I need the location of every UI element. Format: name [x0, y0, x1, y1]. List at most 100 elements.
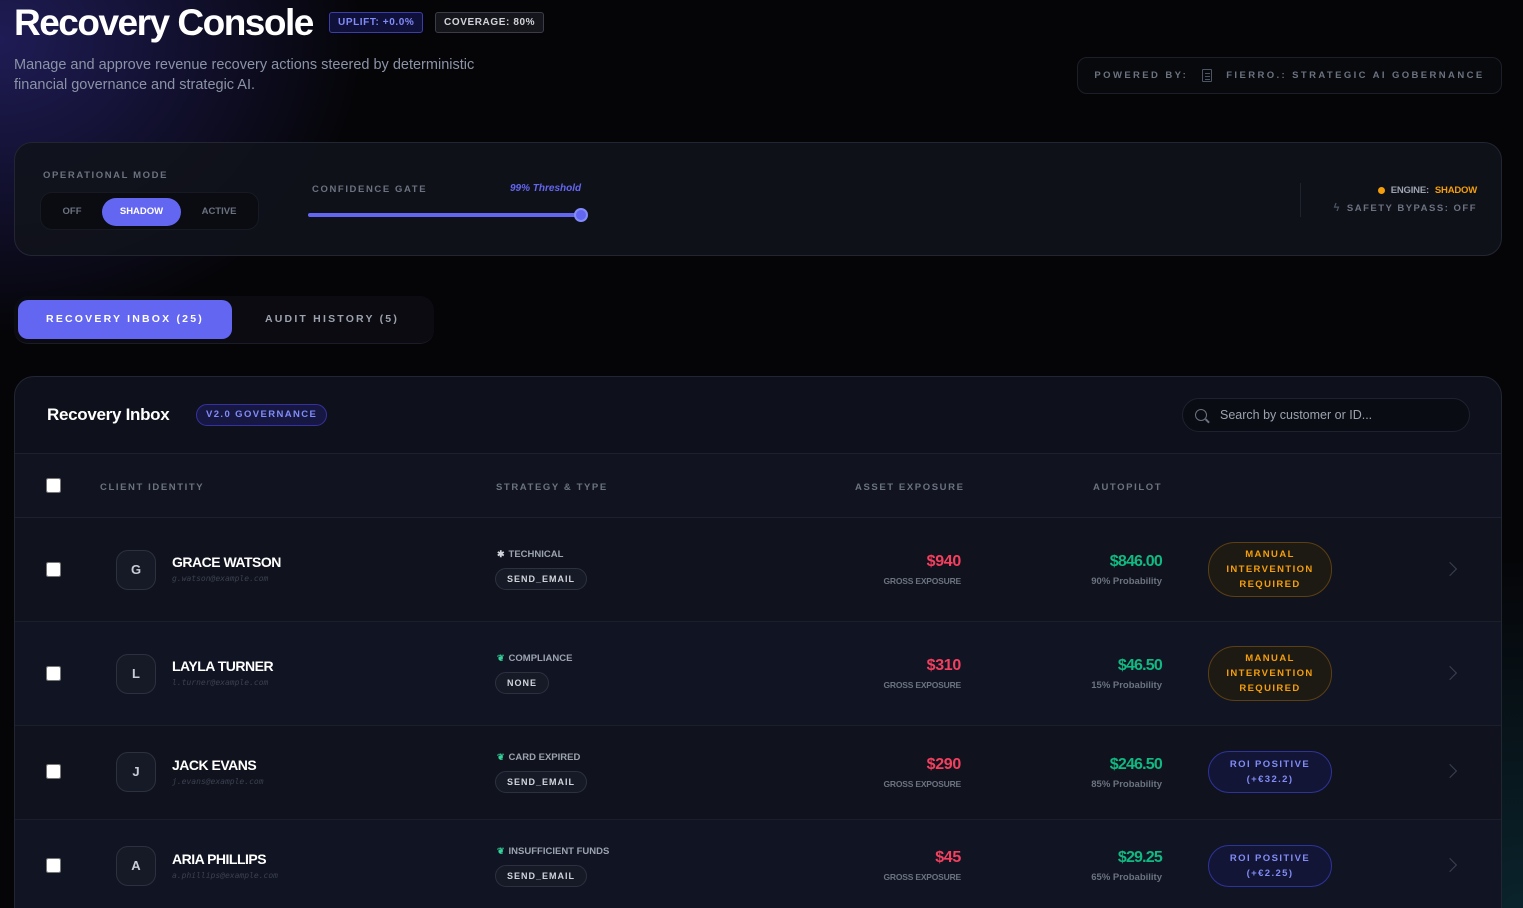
avatar: A	[116, 846, 156, 886]
column-header-asset-exposure: ASSET EXPOSURE	[855, 482, 965, 493]
strategy-type: ❦ CARD EXPIRED	[497, 752, 580, 763]
avatar: L	[116, 654, 156, 694]
status-label: ROI POSITIVE	[1229, 759, 1311, 770]
page-title: Recovery Console	[14, 2, 314, 43]
chevron-right-icon[interactable]	[1442, 763, 1458, 779]
exposure-amount: $940	[926, 553, 962, 570]
page-subtitle: Manage and approve revenue recovery acti…	[14, 57, 475, 93]
powered-by-label: POWERED BY:	[1094, 70, 1189, 81]
mode-segmented-control: OFF SHADOW ACTIVE	[40, 192, 259, 230]
engine-label: ENGINE:	[1390, 185, 1429, 196]
powered-by-banner: POWERED BY: FIERRO.: STRATEGIC AI GOBERN…	[1077, 57, 1502, 94]
engine-status: ENGINE: SHADOW	[1377, 185, 1477, 196]
confidence-slider-thumb[interactable]	[574, 208, 588, 222]
confidence-gate-label: CONFIDENCE GATE	[312, 184, 428, 195]
column-header-strategy-type: STRATEGY & TYPE	[496, 482, 608, 493]
threshold-value: 99% Threshold	[510, 183, 582, 194]
tab-recovery-inbox[interactable]: RECOVERY INBOX (25)	[18, 300, 232, 339]
select-all-checkbox[interactable]	[46, 478, 61, 493]
governance-badge: V2.0 GOVERNANCE	[196, 404, 328, 426]
autopilot-probability: 15% Probability	[1091, 680, 1162, 691]
strategy-type: ❦ COMPLIANCE	[497, 653, 572, 664]
table-row[interactable]: G GRACE WATSON g.watson@example.com ✱ TE…	[15, 518, 1501, 622]
status-badge[interactable]: ROI POSITIVE (+€2.25)	[1208, 845, 1332, 887]
leaf-icon: ❦	[497, 752, 505, 762]
engine-value: SHADOW	[1434, 185, 1477, 196]
exposure-label: GROSS EXPOSURE	[883, 576, 962, 586]
chevron-right-icon[interactable]	[1442, 857, 1458, 873]
tab-audit-history[interactable]: AUDIT HISTORY (5)	[232, 300, 432, 339]
search-icon	[1195, 409, 1207, 421]
strategy-type-label: INSUFFICIENT FUNDS	[508, 846, 610, 857]
powered-by-value: FIERRO.: STRATEGIC AI GOBERNANCE	[1226, 70, 1485, 81]
autopilot-probability: 65% Probability	[1091, 872, 1162, 883]
mode-shadow-button[interactable]: SHADOW	[102, 198, 181, 226]
autopilot-probability: 90% Probability	[1091, 576, 1162, 587]
row-checkbox[interactable]	[46, 562, 61, 577]
search-box	[1182, 398, 1470, 432]
leaf-icon: ❦	[497, 846, 505, 856]
search-input[interactable]	[1220, 408, 1450, 422]
row-checkbox[interactable]	[46, 858, 61, 873]
mode-off-button[interactable]: OFF	[53, 198, 91, 226]
client-email: l.turner@example.com	[172, 678, 269, 687]
engine-status-dot-icon	[1377, 187, 1385, 194]
exposure-amount: $290	[926, 756, 962, 773]
client-email: g.watson@example.com	[172, 574, 269, 583]
client-email: j.evans@example.com	[172, 777, 264, 786]
strategy-type: ✱ TECHNICAL	[497, 549, 563, 560]
column-header-autopilot: AUTOPILOT	[1093, 482, 1163, 493]
safety-bypass-status: ϟ SAFETY BYPASS: OFF	[1334, 202, 1477, 214]
autopilot-value: $246.50	[1109, 756, 1163, 773]
inbox-title: Recovery Inbox	[47, 405, 170, 424]
exposure-amount: $45	[935, 849, 961, 866]
strategy-type-label: TECHNICAL	[508, 549, 564, 560]
table-row[interactable]: A ARIA PHILLIPS a.phillips@example.com ❦…	[15, 820, 1501, 908]
strategy-type-label: CARD EXPIRED	[508, 752, 581, 763]
avatar: G	[116, 550, 156, 590]
control-panel: OPERATIONAL MODE OFF SHADOW ACTIVE CONFI…	[14, 142, 1502, 256]
action-pill: SEND_EMAIL	[495, 865, 588, 887]
operational-mode-label: OPERATIONAL MODE	[43, 170, 169, 181]
action-pill: NONE	[495, 672, 550, 694]
uplift-badge: UPLIFT: +0.0%	[329, 12, 424, 33]
avatar: J	[116, 752, 156, 792]
strategy-type-label: COMPLIANCE	[508, 653, 573, 664]
table-row[interactable]: L LAYLA TURNER l.turner@example.com ❦ CO…	[15, 622, 1501, 726]
divider	[1300, 183, 1301, 217]
tab-bar: RECOVERY INBOX (25) AUDIT HISTORY (5)	[14, 296, 434, 344]
chevron-right-icon[interactable]	[1442, 665, 1458, 681]
confidence-slider-track[interactable]	[308, 213, 582, 217]
table-row[interactable]: J JACK EVANS j.evans@example.com ❦ CARD …	[15, 726, 1501, 820]
client-name: LAYLA TURNER	[172, 658, 274, 674]
client-name: GRACE WATSON	[172, 554, 281, 570]
client-email: a.phillips@example.com	[172, 871, 278, 880]
strategy-type: ❦ INSUFFICIENT FUNDS	[497, 846, 609, 857]
status-badge[interactable]: ROI POSITIVE (+€32.2)	[1208, 751, 1332, 793]
bolt-icon: ϟ	[1333, 202, 1341, 214]
exposure-label: GROSS EXPOSURE	[883, 779, 962, 789]
exposure-amount: $310	[926, 657, 962, 674]
autopilot-value: $29.25	[1117, 849, 1163, 866]
row-checkbox[interactable]	[46, 666, 61, 681]
table-header: CLIENT IDENTITY STRATEGY & TYPE ASSET EX…	[15, 453, 1501, 518]
status-delta: (+€2.25)	[1246, 868, 1294, 879]
status-label: ROI POSITIVE	[1229, 853, 1311, 864]
row-checkbox[interactable]	[46, 764, 61, 779]
action-pill: SEND_EMAIL	[495, 568, 588, 590]
chevron-right-icon[interactable]	[1442, 561, 1458, 577]
gear-icon: ✱	[497, 549, 505, 559]
autopilot-value: $846.00	[1109, 553, 1163, 570]
mode-active-button[interactable]: ACTIVE	[191, 198, 247, 226]
status-badge[interactable]: MANUAL INTERVENTION REQUIRED	[1208, 646, 1332, 701]
recovery-inbox-panel: Recovery Inbox V2.0 GOVERNANCE CLIENT ID…	[14, 376, 1502, 908]
autopilot-value: $46.50	[1117, 657, 1163, 674]
action-pill: SEND_EMAIL	[495, 771, 588, 793]
status-delta: (+€32.2)	[1246, 774, 1294, 785]
client-name: JACK EVANS	[172, 757, 257, 773]
document-icon	[1202, 69, 1213, 82]
coverage-badge: COVERAGE: 80%	[435, 12, 545, 33]
status-badge[interactable]: MANUAL INTERVENTION REQUIRED	[1208, 542, 1332, 597]
safety-bypass-label: SAFETY BYPASS: OFF	[1346, 202, 1477, 214]
autopilot-probability: 85% Probability	[1091, 779, 1162, 790]
